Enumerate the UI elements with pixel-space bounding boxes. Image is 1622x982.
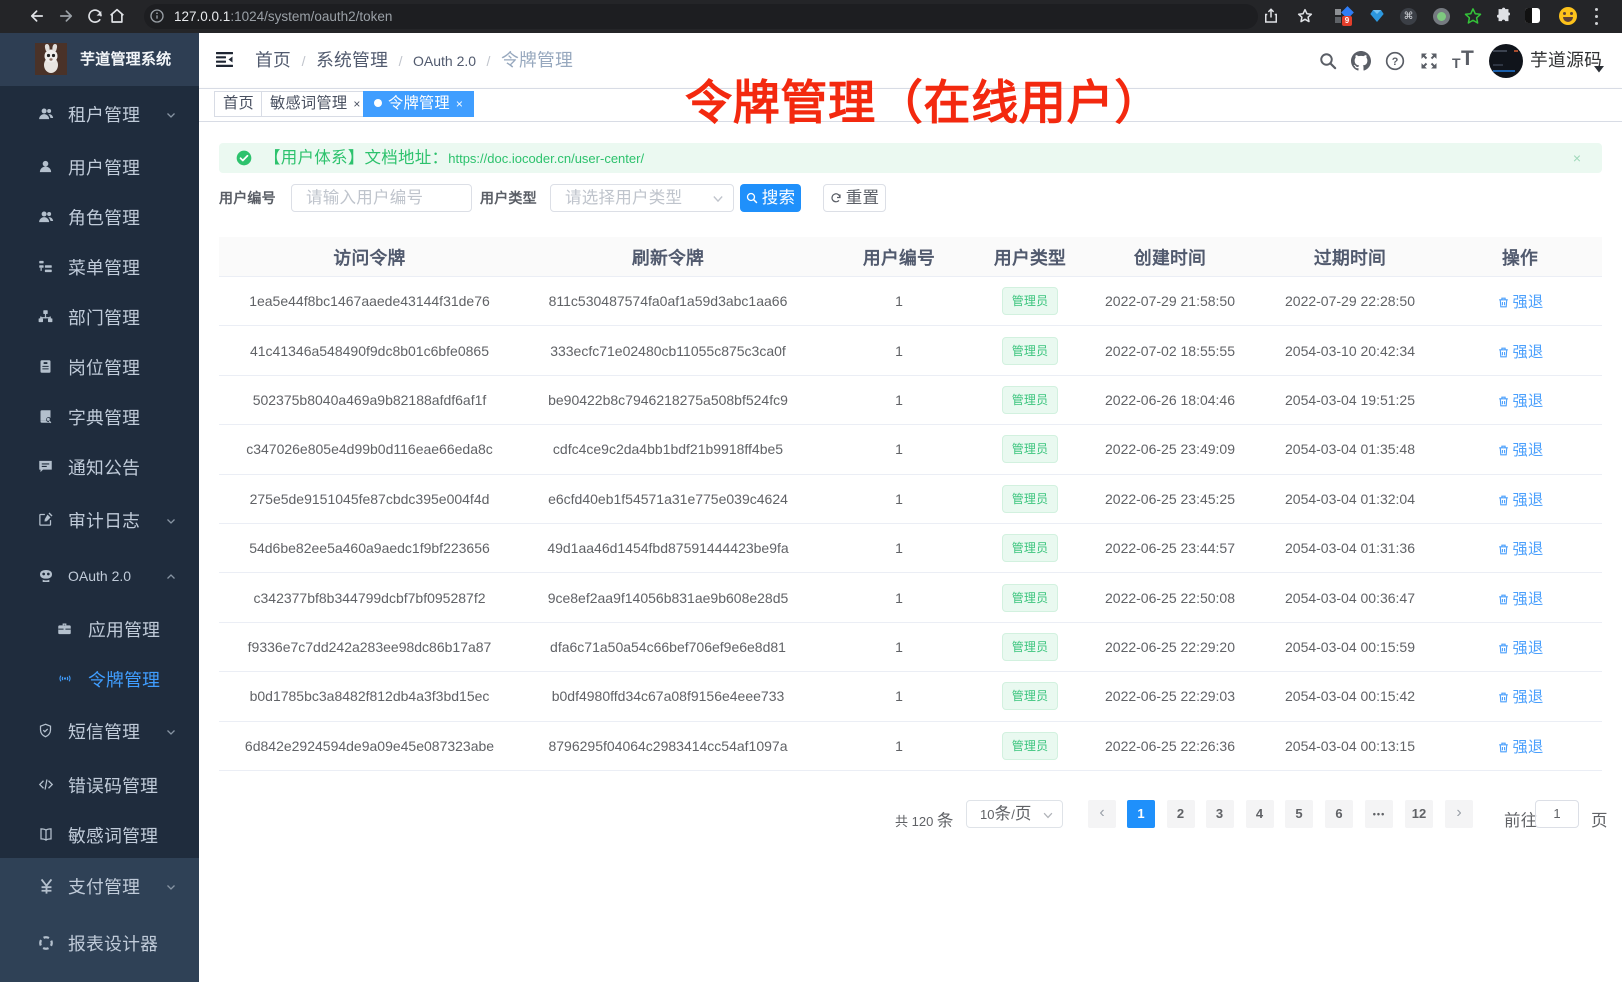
svg-text:?: ? [1392,56,1399,68]
